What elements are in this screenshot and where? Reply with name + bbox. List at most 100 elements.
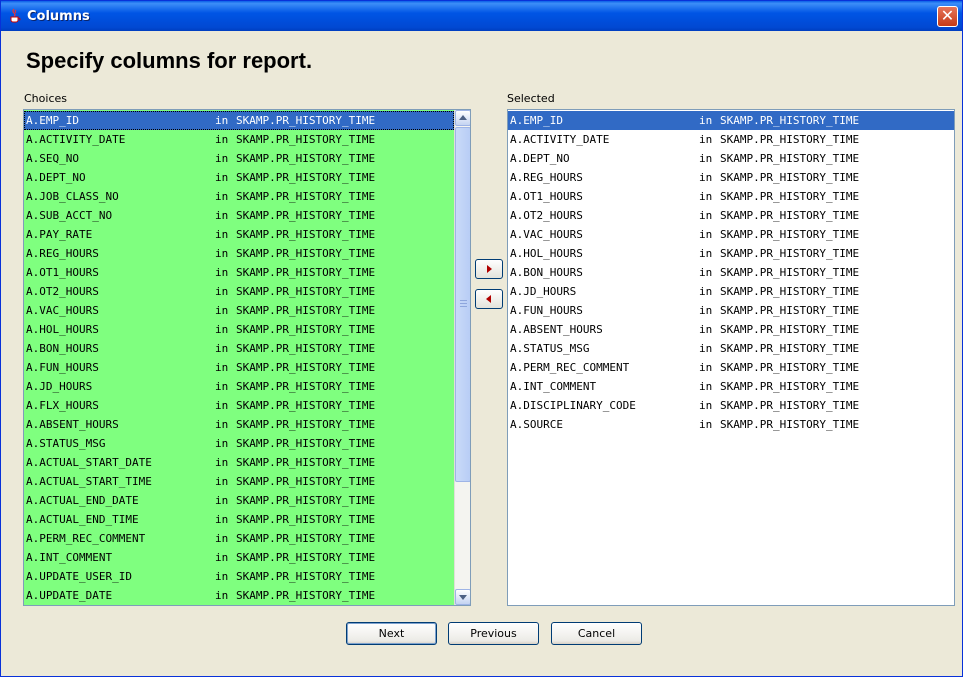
list-item[interactable]: A.DISCIPLINARY_CODE in SKAMP.PR_HISTORY_TI… [508, 396, 954, 415]
remove-column-button[interactable] [475, 289, 503, 309]
table-name: SKAMP.PR_HISTORY_TIME [236, 437, 376, 450]
in-keyword: in [699, 133, 713, 146]
list-item[interactable]: A.VAC_HOURS in SKAMP.PR_HISTORY_TIME [508, 225, 954, 244]
in-keyword: in [699, 304, 713, 317]
column-name: A.STATUS_MSG [510, 342, 590, 355]
list-item[interactable]: A.VAC_HOURS in SKAMP.PR_HISTORY_TIME [24, 301, 454, 320]
table-name: SKAMP.PR_HISTORY_TIME [720, 114, 860, 127]
previous-button[interactable]: Previous [448, 622, 539, 645]
list-item[interactable]: A.PERM_REC_COMMENT in SKAMP.PR_HISTORY_TIM… [24, 529, 454, 548]
list-item[interactable]: A.BON_HOURS in SKAMP.PR_HISTORY_TIME [24, 339, 454, 358]
list-item[interactable]: A.ACTIVITY_DATE in SKAMP.PR_HISTORY_TIME [24, 130, 454, 149]
in-keyword: in [215, 285, 229, 298]
table-name: SKAMP.PR_HISTORY_TIME [236, 285, 376, 298]
chevron-up-icon [459, 115, 467, 120]
in-keyword: in [699, 247, 713, 260]
list-item[interactable]: A.EMP_ID in SKAMP.PR_HISTORY_TIME [24, 111, 454, 130]
column-name: A.ABSENT_HOURS [26, 418, 119, 431]
table-name: SKAMP.PR_HISTORY_TIME [236, 114, 376, 127]
cancel-button[interactable]: Cancel [551, 622, 642, 645]
java-cup-icon [10, 8, 21, 23]
choices-scrollbar[interactable] [454, 110, 470, 605]
in-keyword: in [215, 209, 229, 222]
list-item[interactable]: A.UPDATE_USER_ID in SKAMP.PR_HISTORY_TIME [24, 567, 454, 586]
list-item[interactable]: A.DEPT_NO in SKAMP.PR_HISTORY_TIME [508, 149, 954, 168]
list-item[interactable]: A.FLX_HOURS in SKAMP.PR_HISTORY_TIME [24, 396, 454, 415]
scroll-up-button[interactable] [455, 110, 470, 126]
table-name: SKAMP.PR_HISTORY_TIME [236, 475, 376, 488]
list-item[interactable]: A.JOB_CLASS_NO in SKAMP.PR_HISTORY_TIME [24, 187, 454, 206]
list-item[interactable]: A.ABSENT_HOURS in SKAMP.PR_HISTORY_TIME [508, 320, 954, 339]
list-item[interactable]: A.ACTUAL_START_TIME in SKAMP.PR_HISTORY_TI… [24, 472, 454, 491]
selected-list[interactable]: A.EMP_ID in SKAMP.PR_HISTORY_TIME A.ACTIVIT… [507, 109, 955, 606]
list-item[interactable]: A.FUN_HOURS in SKAMP.PR_HISTORY_TIME [508, 301, 954, 320]
columns-dialog: Columns ✕ Specify columns for report. Ch… [0, 0, 963, 677]
in-keyword: in [699, 418, 713, 431]
arrow-right-icon [487, 265, 492, 273]
column-name: A.OT2_HOURS [510, 209, 583, 222]
in-keyword: in [699, 399, 713, 412]
in-keyword: in [215, 494, 229, 507]
list-item[interactable]: A.OT1_HOURS in SKAMP.PR_HISTORY_TIME [508, 187, 954, 206]
table-name: SKAMP.PR_HISTORY_TIME [236, 418, 376, 431]
column-name: A.DEPT_NO [26, 171, 86, 184]
list-item[interactable]: A.DEPT_NO in SKAMP.PR_HISTORY_TIME [24, 168, 454, 187]
column-name: A.EMP_ID [510, 114, 563, 127]
choices-list[interactable]: A.EMP_ID in SKAMP.PR_HISTORY_TIME A.ACTIVIT… [23, 109, 471, 606]
list-item[interactable]: A.STATUS_MSG in SKAMP.PR_HISTORY_TIME [24, 434, 454, 453]
scroll-down-button[interactable] [455, 589, 470, 605]
list-item[interactable]: A.PAY_RATE in SKAMP.PR_HISTORY_TIME [24, 225, 454, 244]
column-name: A.SOURCE [510, 418, 563, 431]
in-keyword: in [215, 114, 229, 127]
list-item[interactable]: A.ACTUAL_END_TIME in SKAMP.PR_HISTORY_TIME [24, 510, 454, 529]
list-item[interactable]: A.SUB_ACCT_NO in SKAMP.PR_HISTORY_TIME [24, 206, 454, 225]
column-name: A.PERM_REC_COMMENT [510, 361, 630, 374]
column-name: A.REG_HOURS [510, 171, 583, 184]
arrow-left-icon [486, 295, 491, 303]
in-keyword: in [215, 171, 229, 184]
list-item[interactable]: A.ABSENT_HOURS in SKAMP.PR_HISTORY_TIME [24, 415, 454, 434]
table-name: SKAMP.PR_HISTORY_TIME [720, 342, 860, 355]
list-item[interactable]: A.PERM_REC_COMMENT in SKAMP.PR_HISTORY_TIM… [508, 358, 954, 377]
list-item[interactable]: A.REG_HOURS in SKAMP.PR_HISTORY_TIME [508, 168, 954, 187]
list-item[interactable]: A.HOL_HOURS in SKAMP.PR_HISTORY_TIME [24, 320, 454, 339]
table-name: SKAMP.PR_HISTORY_TIME [720, 171, 860, 184]
scroll-thumb[interactable] [455, 127, 470, 482]
list-item[interactable]: A.EMP_ID in SKAMP.PR_HISTORY_TIME [508, 111, 954, 130]
list-item[interactable]: A.OT2_HOURS in SKAMP.PR_HISTORY_TIME [24, 282, 454, 301]
list-item[interactable]: A.JD_HOURS in SKAMP.PR_HISTORY_TIME [24, 377, 454, 396]
table-name: SKAMP.PR_HISTORY_TIME [236, 399, 376, 412]
next-button[interactable]: Next [346, 622, 437, 645]
list-item[interactable]: A.INT_COMMENT in SKAMP.PR_HISTORY_TIME [24, 548, 454, 567]
list-item[interactable]: A.REG_HOURS in SKAMP.PR_HISTORY_TIME [24, 244, 454, 263]
list-item[interactable]: A.JD_HOURS in SKAMP.PR_HISTORY_TIME [508, 282, 954, 301]
list-item[interactable]: A.UPDATE_DATE in SKAMP.PR_HISTORY_TIME [24, 586, 454, 605]
table-name: SKAMP.PR_HISTORY_TIME [236, 304, 376, 317]
table-name: SKAMP.PR_HISTORY_TIME [236, 152, 376, 165]
list-item[interactable]: A.INT_COMMENT in SKAMP.PR_HISTORY_TIME [508, 377, 954, 396]
column-name: A.UPDATE_USER_ID [26, 570, 132, 583]
list-item[interactable]: A.ACTIVITY_DATE in SKAMP.PR_HISTORY_TIME [508, 130, 954, 149]
list-item[interactable]: A.OT2_HOURS in SKAMP.PR_HISTORY_TIME [508, 206, 954, 225]
list-item[interactable]: A.ACTUAL_END_DATE in SKAMP.PR_HISTORY_TIME [24, 491, 454, 510]
list-item[interactable]: A.BON_HOURS in SKAMP.PR_HISTORY_TIME [508, 263, 954, 282]
list-item[interactable]: A.SEQ_NO in SKAMP.PR_HISTORY_TIME [24, 149, 454, 168]
table-name: SKAMP.PR_HISTORY_TIME [236, 513, 376, 526]
close-button[interactable]: ✕ [937, 6, 958, 27]
list-item[interactable]: A.STATUS_MSG in SKAMP.PR_HISTORY_TIME [508, 339, 954, 358]
table-name: SKAMP.PR_HISTORY_TIME [236, 551, 376, 564]
in-keyword: in [215, 266, 229, 279]
add-column-button[interactable] [475, 259, 503, 279]
list-item[interactable]: A.HOL_HOURS in SKAMP.PR_HISTORY_TIME [508, 244, 954, 263]
close-icon: ✕ [940, 6, 955, 25]
list-item[interactable]: A.FUN_HOURS in SKAMP.PR_HISTORY_TIME [24, 358, 454, 377]
list-item[interactable]: A.ACTUAL_START_DATE in SKAMP.PR_HISTORY_TI… [24, 453, 454, 472]
column-name: A.ACTUAL_END_DATE [26, 494, 139, 507]
in-keyword: in [215, 456, 229, 469]
title-bar[interactable]: Columns ✕ [1, 1, 962, 31]
table-name: SKAMP.PR_HISTORY_TIME [720, 323, 860, 336]
list-item[interactable]: A.SOURCE in SKAMP.PR_HISTORY_TIME [508, 415, 954, 434]
column-name: A.VAC_HOURS [510, 228, 583, 241]
list-item[interactable]: A.OT1_HOURS in SKAMP.PR_HISTORY_TIME [24, 263, 454, 282]
in-keyword: in [215, 361, 229, 374]
